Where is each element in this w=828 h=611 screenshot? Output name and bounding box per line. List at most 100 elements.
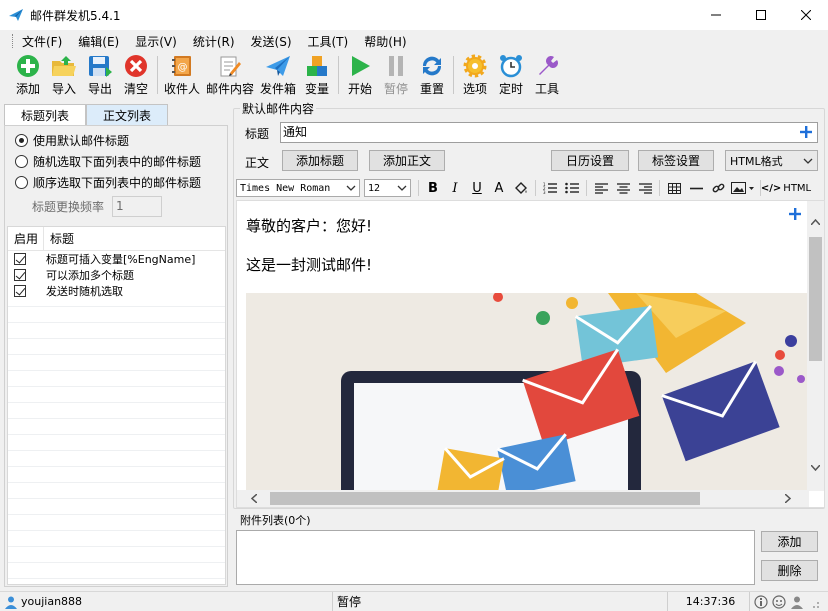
- attachment-add-button[interactable]: 添加: [761, 531, 818, 552]
- status-state: 暂停: [333, 591, 668, 611]
- tab-subject-list[interactable]: 标题列表: [4, 104, 87, 126]
- calendar-settings-button[interactable]: 日历设置: [551, 150, 629, 171]
- mail-content-button[interactable]: 邮件内容: [203, 52, 257, 97]
- font-color-icon[interactable]: A: [488, 179, 510, 197]
- radio-button[interactable]: [15, 176, 28, 189]
- mail-body-editor[interactable]: 尊敬的客户：您好! 这是一封测试邮件!: [236, 200, 825, 508]
- variables-button[interactable]: 变量: [299, 52, 335, 97]
- tag-settings-button[interactable]: 标签设置: [638, 150, 714, 171]
- italic-icon[interactable]: I: [444, 179, 466, 197]
- scroll-left-icon[interactable]: [251, 494, 257, 503]
- chevron-down-icon: [397, 185, 407, 191]
- clear-button[interactable]: 清空: [118, 52, 154, 97]
- list-item[interactable]: 发送时随机选取: [8, 283, 225, 299]
- chevron-down-icon: [346, 185, 356, 191]
- column-subject[interactable]: 标题: [44, 230, 225, 247]
- enable-checkbox[interactable]: [14, 285, 26, 297]
- body-text: 这是一封测试邮件!: [246, 256, 373, 274]
- add-body-button[interactable]: 添加正文: [369, 150, 445, 171]
- save-export-icon: [89, 56, 112, 77]
- export-button[interactable]: 导出: [82, 52, 118, 97]
- ordered-list-icon[interactable]: 123: [539, 179, 561, 197]
- bold-icon[interactable]: B: [422, 179, 444, 197]
- vertical-scrollbar[interactable]: [807, 201, 824, 491]
- attachment-list[interactable]: [236, 530, 755, 585]
- radio-sequential-subject[interactable]: 顺序选取下面列表中的邮件标题: [5, 172, 227, 193]
- close-button[interactable]: [783, 0, 828, 30]
- menu-help[interactable]: 帮助(H): [359, 33, 411, 50]
- table-icon[interactable]: [663, 179, 685, 197]
- maximize-button[interactable]: [738, 0, 783, 30]
- image-icon[interactable]: [729, 179, 757, 197]
- scroll-thumb[interactable]: [270, 492, 700, 505]
- add-button[interactable]: 添加: [10, 52, 46, 97]
- frequency-input[interactable]: 1: [112, 195, 163, 217]
- radio-default-subject[interactable]: 使用默认邮件标题: [5, 130, 227, 151]
- subject-list-panel: 使用默认邮件标题 随机选取下面列表中的邮件标题 顺序选取下面列表中的邮件标题 标…: [4, 125, 228, 587]
- outbox-button[interactable]: 发件箱: [257, 52, 299, 97]
- enable-checkbox[interactable]: [14, 253, 26, 265]
- column-enable[interactable]: 启用: [8, 227, 44, 250]
- blocks-icon: [307, 56, 328, 76]
- attachment-delete-button[interactable]: 删除: [761, 560, 818, 581]
- scroll-right-icon[interactable]: [785, 494, 791, 503]
- editor-separator: [535, 180, 536, 196]
- radio-button[interactable]: [15, 134, 28, 147]
- user-status-icon[interactable]: [790, 595, 804, 609]
- reset-button[interactable]: 重置: [414, 52, 450, 97]
- import-button[interactable]: 导入: [46, 52, 82, 97]
- minimize-button[interactable]: [693, 0, 738, 30]
- wrench-icon: [539, 56, 559, 75]
- enable-checkbox[interactable]: [14, 269, 26, 281]
- menu-view[interactable]: 显示(V): [130, 33, 182, 50]
- recipients-button[interactable]: @ 收件人: [161, 52, 203, 97]
- scroll-down-icon[interactable]: [811, 465, 820, 471]
- scroll-thumb[interactable]: [809, 237, 822, 361]
- support-icon[interactable]: [772, 594, 786, 609]
- info-icon[interactable]: [754, 594, 768, 609]
- list-item[interactable]: 可以添加多个标题: [8, 267, 225, 283]
- resize-grip-icon[interactable]: [808, 595, 820, 609]
- horizontal-rule-icon[interactable]: [685, 179, 707, 197]
- status-bar: youjian888 暂停 14:37:36: [0, 591, 828, 611]
- timer-button[interactable]: 定时: [493, 52, 529, 97]
- plus-icon[interactable]: [788, 207, 802, 221]
- link-icon[interactable]: [707, 179, 729, 197]
- radio-button[interactable]: [15, 155, 28, 168]
- align-right-icon[interactable]: [634, 179, 656, 197]
- menu-edit[interactable]: 编辑(E): [73, 33, 124, 50]
- format-select[interactable]: HTML格式: [725, 150, 818, 171]
- menu-tools[interactable]: 工具(T): [303, 33, 354, 50]
- font-size-select[interactable]: 12: [364, 179, 411, 197]
- align-left-icon[interactable]: [590, 179, 612, 197]
- start-button[interactable]: 开始: [342, 52, 378, 97]
- subject-input[interactable]: 通知: [280, 122, 818, 143]
- add-subject-button[interactable]: 添加标题: [282, 150, 358, 171]
- radio-random-subject[interactable]: 随机选取下面列表中的邮件标题: [5, 151, 227, 172]
- highlight-icon[interactable]: [510, 179, 532, 197]
- frequency-label: 标题更换频率: [32, 199, 105, 214]
- svg-text:3: 3: [543, 190, 546, 194]
- scroll-up-icon[interactable]: [811, 219, 820, 225]
- menu-file[interactable]: 文件(F): [17, 33, 67, 50]
- menu-send[interactable]: 发送(S): [246, 33, 297, 50]
- subject-list[interactable]: 启用 标题 标题可插入变量[%EngName] 可以添加多个标题 发送时随机选取: [7, 226, 226, 585]
- greeting-text: 尊敬的客户：您好!: [246, 217, 373, 235]
- editor-separator: [418, 180, 419, 196]
- underline-icon[interactable]: U: [466, 179, 488, 197]
- font-family-select[interactable]: Times New Roman: [236, 179, 360, 197]
- options-button[interactable]: 选项: [457, 52, 493, 97]
- horizontal-scrollbar[interactable]: [237, 490, 809, 507]
- status-time: 14:37:36: [668, 591, 750, 611]
- tab-body-list[interactable]: 正文列表: [86, 104, 169, 125]
- plus-icon[interactable]: [798, 124, 814, 140]
- toolbar-separator: [453, 56, 455, 94]
- pause-button[interactable]: 暂停: [378, 52, 414, 97]
- list-item[interactable]: 标题可插入变量[%EngName]: [8, 251, 225, 267]
- unordered-list-icon[interactable]: [561, 179, 583, 197]
- html-source-icon[interactable]: </> HTML: [761, 179, 811, 197]
- menu-statistics[interactable]: 统计(R): [188, 33, 240, 50]
- align-center-icon[interactable]: [612, 179, 634, 197]
- toolbar-separator: [338, 56, 340, 94]
- tools-button[interactable]: 工具: [529, 52, 565, 97]
